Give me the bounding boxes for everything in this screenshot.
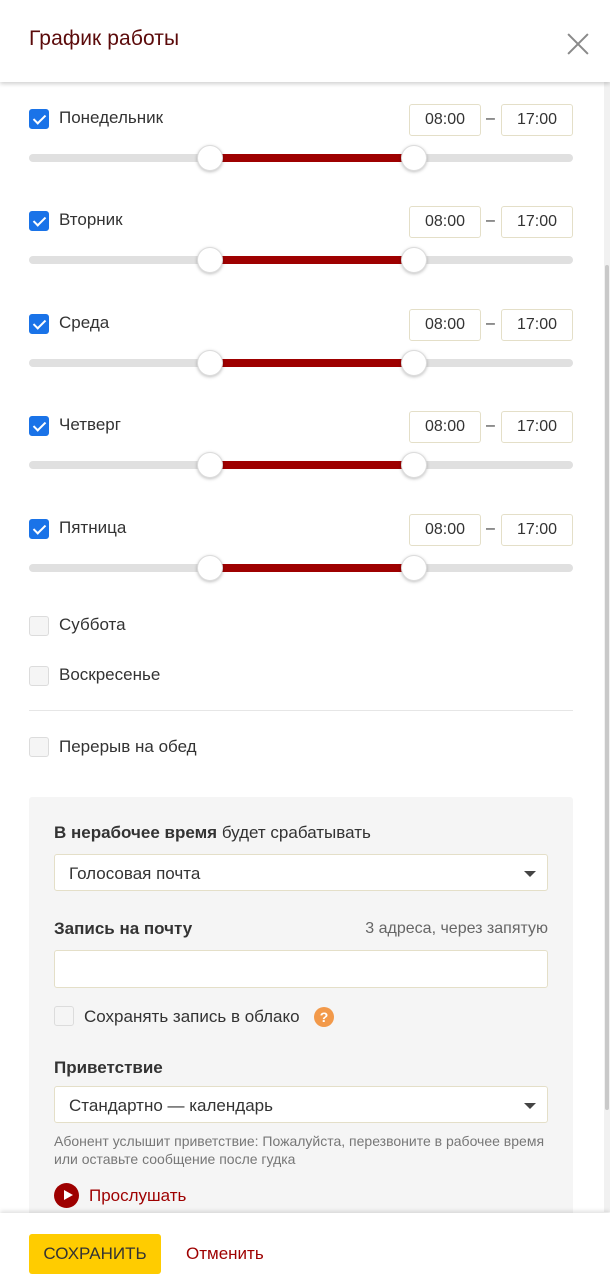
lunch-checkbox[interactable] xyxy=(29,737,49,757)
cloud-save-checkbox[interactable] xyxy=(54,1006,74,1026)
day-checkbox[interactable] xyxy=(29,616,49,636)
greeting-note: Абонент услышит приветствие: Пожалуйста,… xyxy=(54,1133,545,1167)
email-label: Запись на почту xyxy=(54,919,193,938)
time-to-input[interactable]: 17:00 xyxy=(501,514,573,546)
range-start-handle[interactable] xyxy=(197,247,224,273)
email-field[interactable] xyxy=(54,950,548,988)
greeting-select[interactable]: Стандартно — календарь xyxy=(54,1086,548,1123)
time-range-fill xyxy=(210,564,415,572)
day-label: Пятница xyxy=(59,518,127,537)
day-checkbox[interactable] xyxy=(29,416,49,436)
help-icon[interactable]: ? xyxy=(314,1007,334,1027)
offhours-action-select[interactable]: Голосовая почта xyxy=(54,854,548,891)
offhours-heading: В нерабочее время будет срабатывать xyxy=(54,823,371,843)
range-end-handle[interactable] xyxy=(401,247,428,273)
offhours-action-value: Голосовая почта xyxy=(69,864,201,883)
time-to-input[interactable]: 17:00 xyxy=(501,411,573,443)
range-end-handle[interactable] xyxy=(401,145,428,171)
day-label: Воскресенье xyxy=(59,665,161,684)
day-label: Суббота xyxy=(59,615,126,634)
day-label: Среда xyxy=(59,313,110,332)
dialog-header: График работы xyxy=(0,0,610,82)
close-icon[interactable] xyxy=(563,29,593,59)
time-separator: – xyxy=(486,212,495,229)
chevron-down-icon xyxy=(524,1103,536,1109)
offhours-heading-bold: В нерабочее время xyxy=(54,823,218,842)
listen-link[interactable]: Прослушать xyxy=(89,1186,186,1206)
range-start-handle[interactable] xyxy=(197,555,224,581)
time-from-input[interactable]: 08:00 xyxy=(409,514,481,546)
lunch-label: Перерыв на обед xyxy=(59,737,197,756)
range-end-handle[interactable] xyxy=(401,350,428,376)
dialog-title: График работы xyxy=(29,27,180,50)
time-range-fill xyxy=(210,154,415,162)
time-separator: – xyxy=(486,110,495,127)
range-start-handle[interactable] xyxy=(197,350,224,376)
offhours-heading-rest: будет срабатывать xyxy=(217,823,371,842)
cloud-save-label: Сохранять запись в облако xyxy=(84,1007,300,1026)
day-checkbox[interactable] xyxy=(29,519,49,539)
range-start-handle[interactable] xyxy=(197,452,224,478)
day-checkbox[interactable] xyxy=(29,314,49,334)
time-from-input[interactable]: 08:00 xyxy=(409,309,481,341)
day-checkbox[interactable] xyxy=(29,109,49,129)
day-label: Понедельник xyxy=(59,108,164,127)
day-checkbox[interactable] xyxy=(29,666,49,686)
time-from-input[interactable]: 08:00 xyxy=(409,206,481,238)
scrollbar-thumb[interactable] xyxy=(605,265,609,1110)
play-icon[interactable] xyxy=(54,1183,79,1208)
time-range-fill xyxy=(210,461,415,469)
time-range-fill xyxy=(210,256,415,264)
range-end-handle[interactable] xyxy=(401,555,428,581)
time-range-fill xyxy=(210,359,415,367)
time-to-input[interactable]: 17:00 xyxy=(501,104,573,136)
time-separator: – xyxy=(486,417,495,434)
day-checkbox[interactable] xyxy=(29,211,49,231)
time-separator: – xyxy=(486,520,495,537)
time-from-input[interactable]: 08:00 xyxy=(409,411,481,443)
save-button[interactable]: СОХРАНИТЬ xyxy=(29,1234,161,1274)
chevron-down-icon xyxy=(524,871,536,877)
time-separator: – xyxy=(486,315,495,332)
dialog-footer: СОХРАНИТЬ Отменить xyxy=(0,1213,610,1285)
range-start-handle[interactable] xyxy=(197,145,224,171)
range-end-handle[interactable] xyxy=(401,452,428,478)
time-from-input[interactable]: 08:00 xyxy=(409,104,481,136)
greeting-value: Стандартно — календарь xyxy=(69,1096,273,1115)
divider xyxy=(29,710,573,711)
day-label: Четверг xyxy=(59,415,121,434)
time-to-input[interactable]: 17:00 xyxy=(501,206,573,238)
cancel-button[interactable]: Отменить xyxy=(186,1244,264,1264)
email-hint: 3 адреса, через запятую xyxy=(365,920,548,937)
day-label: Вторник xyxy=(59,210,123,229)
time-to-input[interactable]: 17:00 xyxy=(501,309,573,341)
greeting-label: Приветствие xyxy=(54,1058,163,1077)
